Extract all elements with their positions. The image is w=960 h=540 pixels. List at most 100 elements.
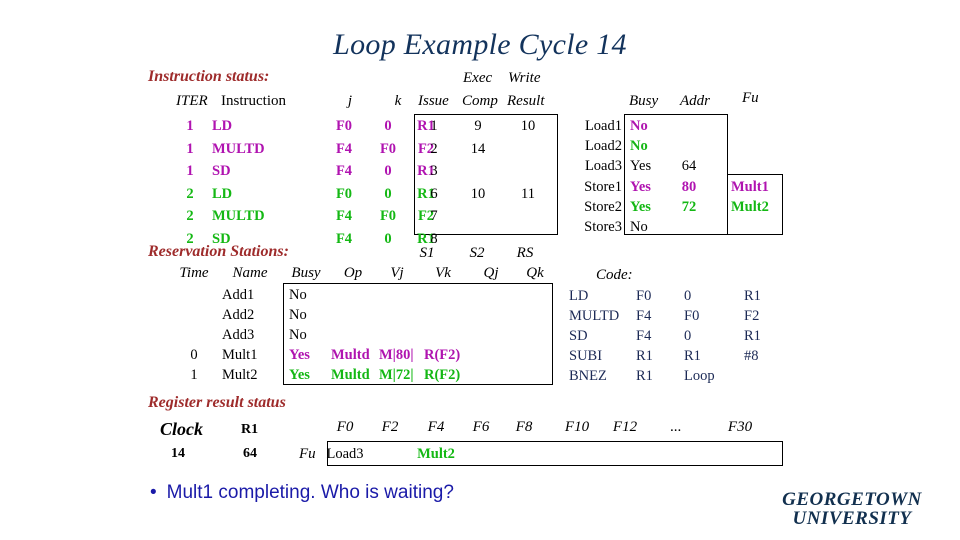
- instr-op: SD: [212, 163, 231, 179]
- bullet-text: Mult1 completing. Who is waiting?: [166, 482, 454, 503]
- ls-busy: Yes: [630, 158, 652, 175]
- col-header-comp: Comp: [462, 93, 498, 109]
- instr-iter: 1: [186, 118, 194, 134]
- ls-addr: 72: [681, 198, 697, 215]
- register-header-F30: F30: [727, 419, 753, 435]
- instruction-status-heading: Instruction status:: [148, 68, 270, 85]
- r1-label: R1: [241, 422, 259, 437]
- rs-name: Mult1: [222, 347, 258, 363]
- rs-name: Add3: [222, 327, 255, 343]
- code-arg1: F4: [636, 328, 652, 344]
- logo-line-2: UNIVERSITY: [792, 508, 912, 529]
- rs-busy: No: [289, 327, 307, 343]
- col-header-busy-rs: Busy: [291, 265, 321, 281]
- code-arg3: F2: [744, 308, 760, 324]
- code-arg3: #8: [744, 348, 759, 364]
- georgetown-logo: GEORGETOWN UNIVERSITY: [752, 490, 952, 528]
- bullet-line: • Mult1 completing. Who is waiting?: [150, 482, 454, 504]
- rs-busy: No: [289, 307, 307, 323]
- register-header-F10: F10: [564, 419, 590, 435]
- ls-busy: No: [630, 219, 648, 235]
- instr-k: 0: [384, 185, 392, 202]
- rs-time: 0: [190, 347, 198, 363]
- register-value-F4: Mult2: [417, 446, 455, 462]
- write-group-header: Write: [508, 70, 541, 86]
- instr-op: LD: [212, 185, 233, 202]
- code-arg2: 0: [684, 288, 692, 304]
- clock-label: Clock: [160, 419, 203, 439]
- instr-j: F0: [335, 185, 353, 202]
- ls-unit-name: Load1: [584, 118, 622, 134]
- r1-value: 64: [243, 446, 257, 461]
- logo-line-1: GEORGETOWN: [782, 489, 922, 510]
- instr-comp: 10: [470, 185, 486, 202]
- ls-addr: 64: [681, 158, 697, 175]
- ls-busy: Yes: [630, 198, 651, 215]
- code-arg1: R1: [636, 348, 653, 364]
- col-header-vk: Vk: [435, 265, 451, 281]
- rs-busy: Yes: [289, 367, 310, 383]
- rs-op: Multd: [331, 367, 370, 383]
- instr-j: F0: [335, 118, 353, 134]
- code-arg2: R1: [684, 348, 701, 364]
- col-header-busy-ls: Busy: [629, 93, 659, 109]
- instr-j: F4: [335, 163, 353, 179]
- instr-issue: 2: [430, 140, 438, 157]
- instr-issue: 3: [430, 163, 438, 179]
- register-header-F6: F6: [472, 419, 490, 435]
- rs-vj: M|72|: [379, 367, 414, 383]
- instr-issue: 1: [430, 118, 438, 134]
- instr-k: 0: [384, 163, 392, 179]
- instr-iter: 2: [186, 208, 194, 224]
- register-header-F8: F8: [515, 419, 533, 435]
- register-result-status-heading: Register result status: [148, 394, 286, 411]
- slide-title: Loop Example Cycle 14: [333, 28, 627, 61]
- ls-fu: Mult1: [731, 178, 769, 195]
- ls-busy: No: [630, 138, 648, 155]
- code-op: SUBI: [569, 348, 603, 364]
- clock-value: 14: [171, 446, 185, 461]
- code-arg2: F0: [684, 308, 700, 324]
- instr-k: 0: [384, 118, 392, 134]
- code-op: SD: [569, 328, 588, 344]
- instr-result: 11: [521, 185, 535, 202]
- rs-name: Add1: [222, 287, 255, 303]
- rs-vk: R(F2): [424, 367, 461, 383]
- rs-busy: Yes: [289, 347, 310, 363]
- instr-op: MULTD: [212, 140, 265, 157]
- col-header-addr-ls: Addr: [680, 93, 710, 109]
- register-value-F0: Load3: [326, 446, 364, 462]
- code-heading: Code:: [596, 267, 633, 283]
- rs-op: Multd: [331, 347, 370, 363]
- register-result-box: [327, 441, 783, 466]
- rs-busy: No: [289, 287, 307, 303]
- register-header-F12: F12: [612, 419, 638, 435]
- ls-unit-name: Load3: [584, 158, 622, 175]
- col-header-vj: Vj: [390, 265, 404, 281]
- col-header-name: Name: [232, 265, 268, 281]
- ls-unit-name: Store3: [584, 219, 622, 235]
- instr-comp: 14: [470, 140, 486, 157]
- code-arg3: R1: [744, 288, 761, 304]
- code-op: LD: [569, 288, 589, 304]
- code-op: MULTD: [569, 308, 620, 324]
- instr-j: F4: [335, 208, 353, 224]
- rs-name: Mult2: [222, 367, 258, 383]
- instr-k: 0: [384, 230, 392, 247]
- code-arg1: F4: [636, 308, 652, 324]
- ls-unit-name: Load2: [584, 138, 622, 155]
- slide-canvas: Loop Example Cycle 14 Instruction status…: [0, 0, 960, 540]
- register-header-F2: F2: [381, 419, 399, 435]
- instr-issue: 7: [430, 208, 438, 224]
- instr-op: LD: [212, 118, 233, 134]
- reservation-stations-heading: Reservation Stations:: [148, 243, 289, 260]
- rs-time: 1: [190, 367, 198, 383]
- instr-j: F4: [335, 140, 353, 157]
- ls-busy: Yes: [630, 178, 651, 195]
- instr-j: F4: [335, 230, 353, 247]
- code-arg2: 0: [684, 328, 692, 344]
- col-header-result: Result: [507, 93, 545, 109]
- col-header-qj: Qj: [483, 265, 499, 281]
- ls-unit-name: Store2: [584, 198, 622, 215]
- group-header-s2: S2: [469, 245, 485, 261]
